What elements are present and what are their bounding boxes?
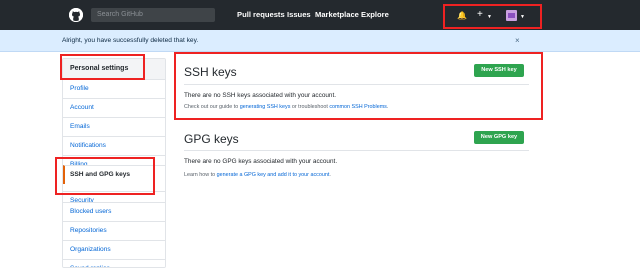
highlight-header-actions: [443, 4, 542, 29]
close-icon[interactable]: ×: [515, 36, 520, 45]
nav-explore[interactable]: Explore: [361, 10, 389, 19]
highlight-ssh-gpg-item: [55, 157, 155, 195]
sidebar-item-notifications[interactable]: Notifications: [63, 136, 165, 155]
sidebar-item-profile[interactable]: Profile: [63, 79, 165, 98]
gpg-help-text: Learn how to generate a GPG key and add …: [184, 172, 331, 178]
gpg-empty-text: There are no GPG keys associated with yo…: [184, 158, 338, 165]
sidebar-item-saved-replies[interactable]: Saved replies: [63, 259, 165, 267]
gpg-keys-title: GPG keys: [184, 132, 239, 146]
global-header: Search GitHub Pull requests Issues Marke…: [0, 0, 640, 30]
nav-pull-requests[interactable]: Pull requests: [237, 10, 285, 19]
sidebar-item-blocked-users[interactable]: Blocked users: [63, 202, 165, 221]
sidebar-item-account[interactable]: Account: [63, 98, 165, 117]
sidebar-item-organizations[interactable]: Organizations: [63, 240, 165, 259]
gpg-help-prefix: Learn how to: [184, 172, 217, 178]
sidebar-item-repositories[interactable]: Repositories: [63, 221, 165, 240]
github-logo-icon[interactable]: [69, 8, 83, 22]
highlight-ssh-section: [174, 52, 543, 120]
flash-message: Alright, you have successfully deleted t…: [62, 37, 199, 44]
gpg-divider: [184, 150, 529, 151]
search-input[interactable]: Search GitHub: [91, 8, 215, 22]
nav-issues[interactable]: Issues: [287, 10, 311, 19]
new-gpg-key-button[interactable]: New GPG key: [474, 131, 524, 144]
nav-marketplace[interactable]: Marketplace: [315, 10, 359, 19]
generate-gpg-key-link[interactable]: generate a GPG key and add it to your ac…: [217, 172, 330, 178]
sidebar-item-emails[interactable]: Emails: [63, 117, 165, 136]
gpg-help-suffix: .: [329, 172, 331, 178]
flash-banner: Alright, you have successfully deleted t…: [0, 30, 640, 52]
highlight-personal-settings: [60, 54, 145, 80]
